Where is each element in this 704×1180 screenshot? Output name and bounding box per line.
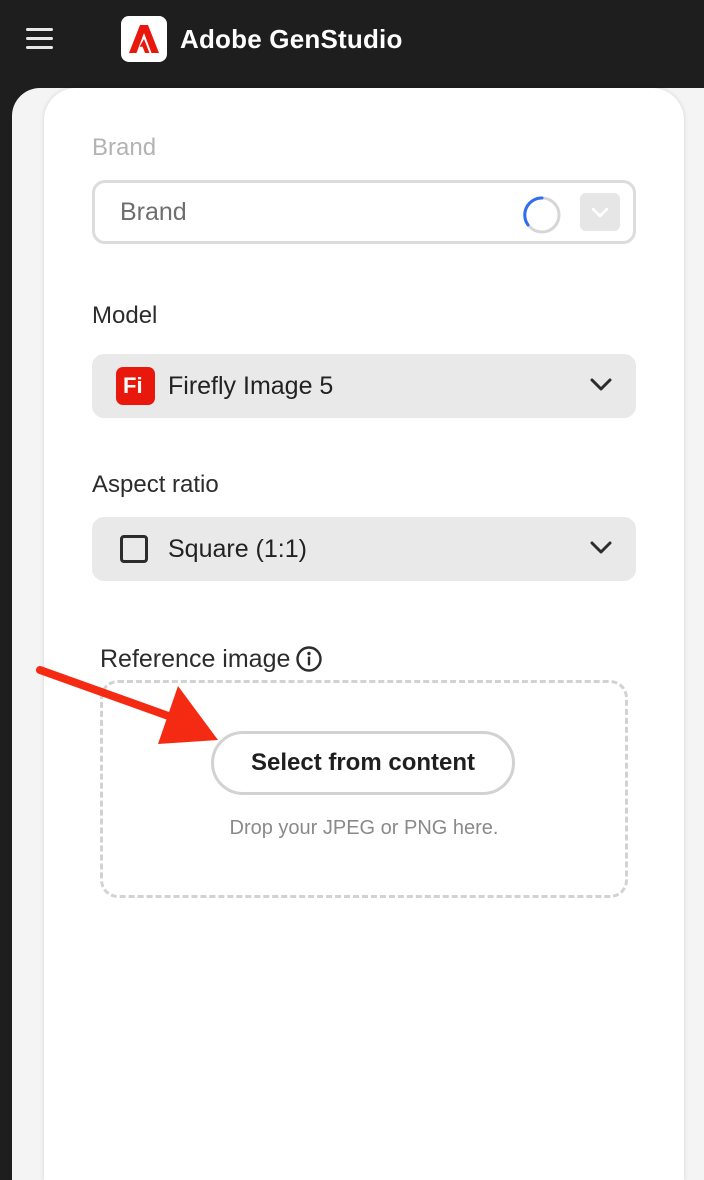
top-bar: Adobe GenStudio xyxy=(0,0,704,88)
app-title: Adobe GenStudio xyxy=(180,24,403,54)
loading-spinner-icon xyxy=(523,196,561,234)
chevron-down-icon xyxy=(590,378,612,391)
aspect-ratio-label: Aspect ratio xyxy=(92,471,219,498)
info-icon[interactable] xyxy=(295,645,323,673)
hamburger-menu-icon[interactable] xyxy=(24,25,56,53)
adobe-logo-icon xyxy=(121,16,167,62)
aspect-ratio-picker[interactable]: Square (1:1) xyxy=(92,517,636,581)
aspect-ratio-picker-value: Square (1:1) xyxy=(168,535,307,563)
brand-dropdown-button[interactable] xyxy=(580,193,620,231)
brand-label: Brand xyxy=(92,134,157,161)
model-label: Model xyxy=(92,302,158,329)
firefly-model-icon: Fi xyxy=(116,367,155,405)
chevron-down-icon xyxy=(591,207,609,218)
brand-select-value: Brand xyxy=(120,198,187,226)
brand-select[interactable]: Brand xyxy=(92,180,636,244)
generation-settings-panel xyxy=(44,88,684,1180)
model-picker-value: Firefly Image 5 xyxy=(168,372,334,400)
model-picker[interactable]: Fi Firefly Image 5 xyxy=(92,354,636,418)
select-from-content-button[interactable]: Select from content xyxy=(211,731,515,795)
annotation-arrow-icon xyxy=(36,666,218,744)
chevron-down-icon xyxy=(590,541,612,554)
dropzone-hint: Drop your JPEG or PNG here. xyxy=(229,817,499,839)
square-icon xyxy=(120,535,148,563)
